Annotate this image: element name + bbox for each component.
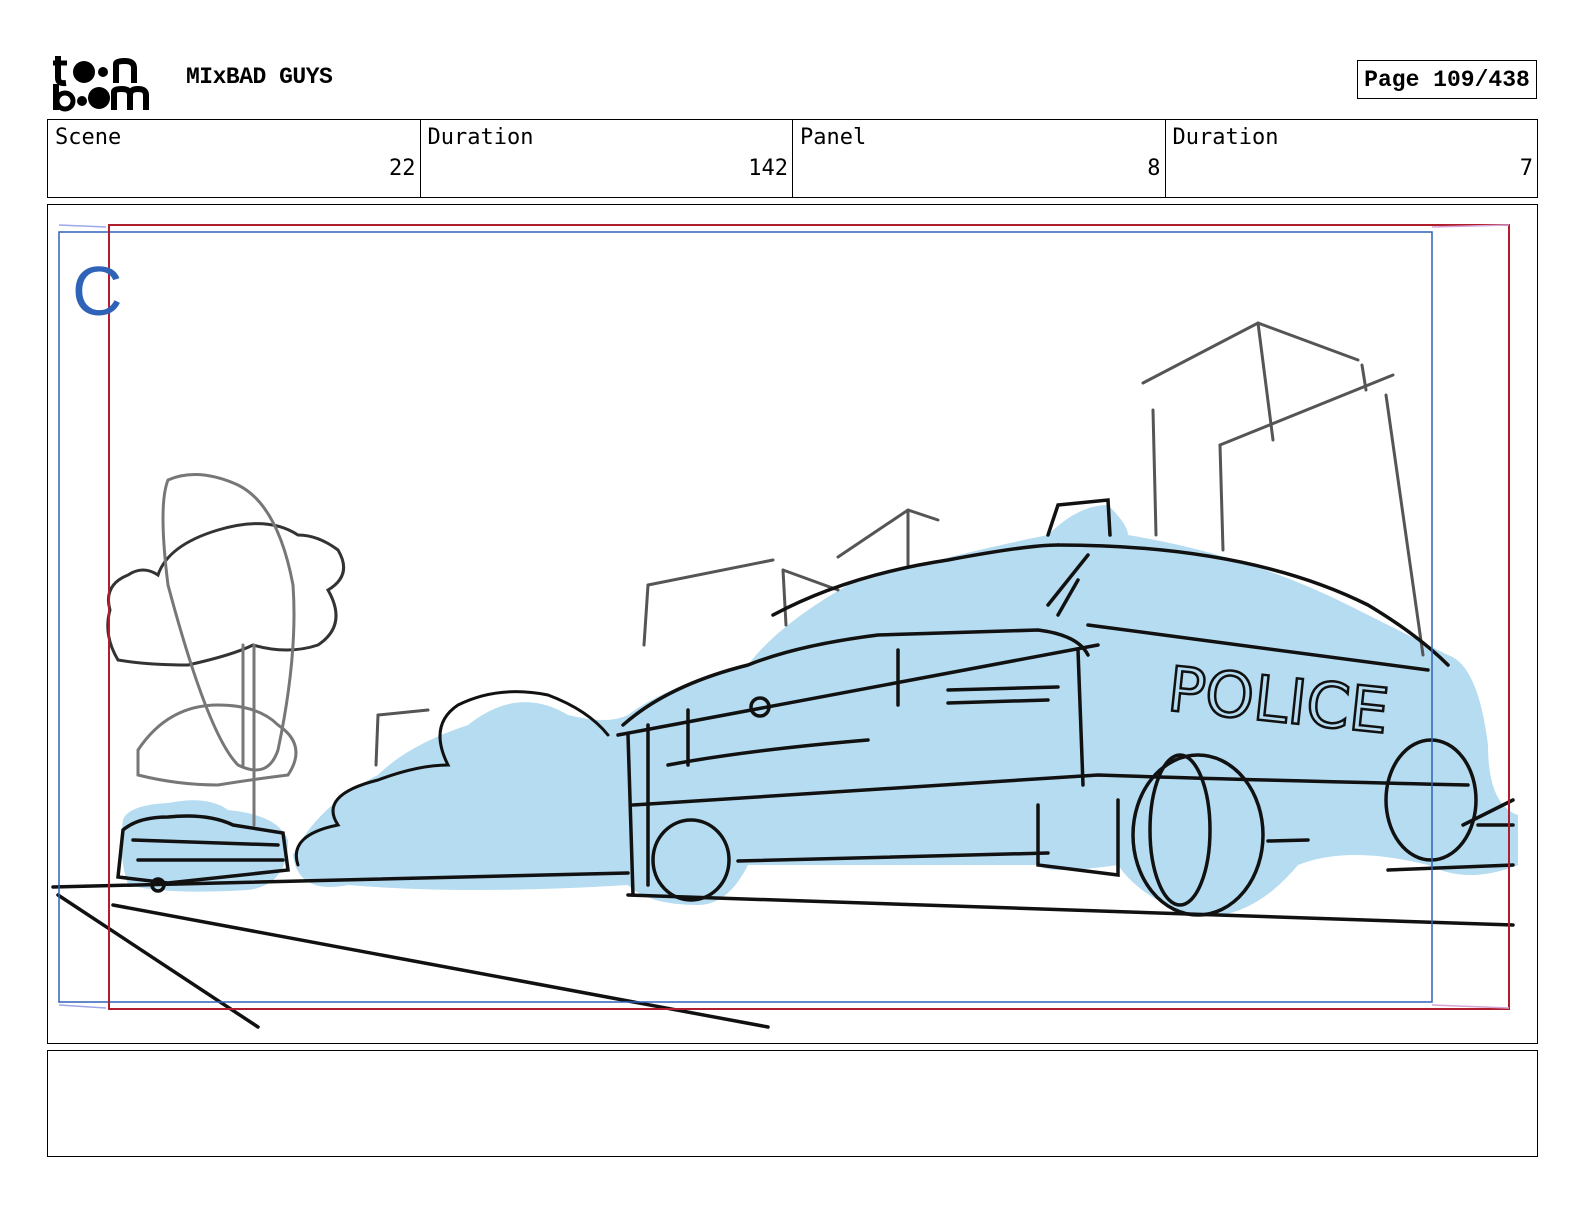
storyboard-panel: POLICE C bbox=[47, 204, 1538, 1044]
scene-info-table: Scene 22 Duration 142 Panel 8 Duration 7 bbox=[47, 119, 1538, 198]
toonboom-logo bbox=[53, 56, 149, 112]
frame-arrow-br bbox=[1431, 1004, 1510, 1009]
scene-label: Scene bbox=[55, 125, 122, 150]
panel-sketch: POLICE C bbox=[51, 224, 1518, 1029]
panel-duration-value: 7 bbox=[1519, 156, 1533, 181]
scene-duration-label: Duration bbox=[427, 125, 534, 150]
panel-duration-cell: Duration 7 bbox=[1166, 120, 1538, 197]
camera-label: C bbox=[72, 252, 123, 330]
panel-notes bbox=[47, 1050, 1538, 1157]
frame-arrow-tl bbox=[58, 224, 107, 228]
panel-duration-label: Duration bbox=[1172, 125, 1279, 150]
project-title: MIxBAD GUYS bbox=[186, 64, 333, 90]
page-number: Page 109/438 bbox=[1357, 60, 1537, 99]
panel-cell: Panel 8 bbox=[793, 120, 1166, 197]
scene-cell: Scene 22 bbox=[48, 120, 421, 197]
frame-arrow-bl bbox=[58, 1004, 107, 1009]
scene-duration-value: 142 bbox=[748, 156, 788, 181]
scene-duration-cell: Duration 142 bbox=[421, 120, 793, 197]
panel-label: Panel bbox=[800, 125, 867, 150]
sketch-tree bbox=[106, 473, 346, 827]
panel-value: 8 bbox=[1147, 156, 1161, 181]
scene-value: 22 bbox=[389, 156, 416, 181]
